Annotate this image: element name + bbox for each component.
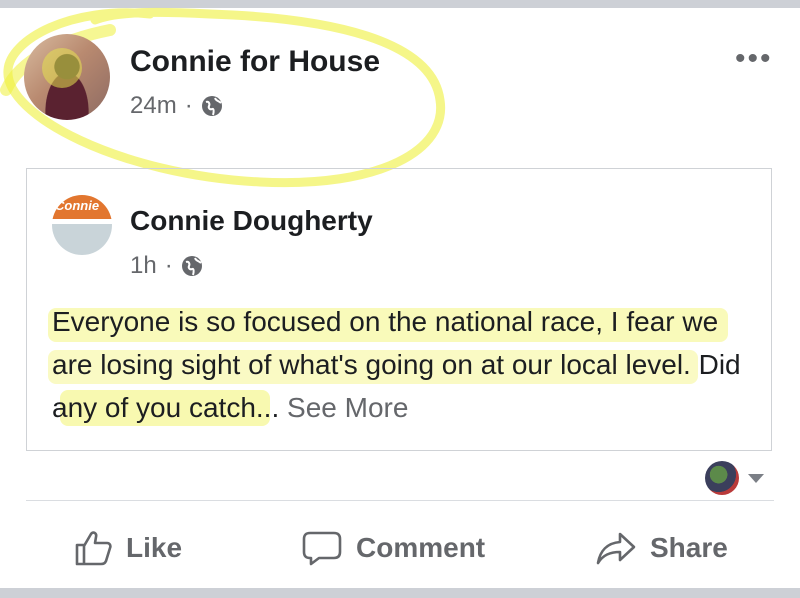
page-name[interactable]: Connie for House [130,45,380,79]
like-button[interactable]: Like [74,528,182,568]
bottom-separator [0,588,800,598]
globe-icon [181,256,202,276]
author-avatar[interactable]: Connie [52,195,112,255]
page-avatar[interactable] [24,34,110,120]
shared-author-name[interactable]: Connie Dougherty [130,205,373,237]
post-meta: 24m · [130,92,223,120]
like-label: Like [126,532,183,563]
thumbs-up-icon [75,531,112,566]
meta-dot: · [184,92,193,119]
share-label: Share [650,532,728,563]
share-button[interactable]: Share [596,528,728,568]
actions-divider [26,500,774,501]
reactor-avatar[interactable] [705,461,739,495]
see-more-link[interactable]: See More [287,392,408,423]
globe-icon [201,96,222,116]
shared-post-time[interactable]: 1h [130,252,157,280]
avatar-logo-text: Connie [55,198,100,213]
comment-label: Comment [356,532,486,563]
comment-button[interactable]: Comment [302,528,485,568]
shared-post-meta: 1h · [130,252,203,280]
shared-post-text: Everyone is so focused on the national r… [52,300,752,429]
chevron-down-icon[interactable] [748,474,764,483]
meta-dot: · [164,252,173,279]
share-arrow-icon [596,532,636,565]
comment-icon [302,531,342,566]
more-options-icon[interactable]: ••• [735,42,773,76]
post-time[interactable]: 24m [130,92,177,120]
